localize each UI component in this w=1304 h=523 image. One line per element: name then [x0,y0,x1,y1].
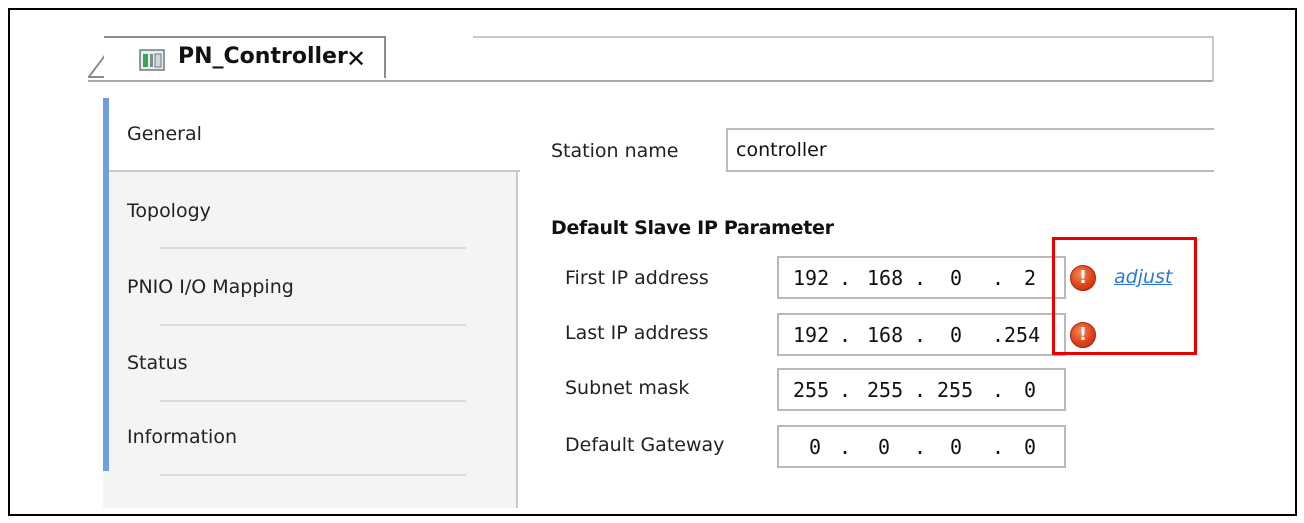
ip-dot: . [914,266,927,290]
ip-octet: 255 [793,378,830,402]
station-name-input[interactable]: controller [726,128,1214,172]
highlight-box [1052,237,1197,355]
last-ip-input[interactable]: 192 . 168 . 0 . 254 [777,313,1066,356]
close-icon[interactable]: ✕ [346,45,366,73]
nav-item-information[interactable]: Information [127,426,237,448]
nav-accent-stripe [103,98,109,471]
nav-item-topology[interactable]: Topology [127,200,211,222]
nav-item-general[interactable]: General [127,123,202,145]
ip-octet: 0 [950,435,963,459]
tab-strip-border [473,36,1214,82]
ip-dot: . [839,323,852,347]
subnet-mask-label: Subnet mask [565,377,690,399]
nav-item-status[interactable]: Status [127,352,188,374]
ip-dot: . [914,435,927,459]
ip-dot: . [839,266,852,290]
ip-dot: . [914,323,927,347]
ip-octet: 192 [793,266,830,290]
ip-octet: 0 [878,435,891,459]
ip-octet: 0 [809,435,822,459]
ip-octet: 168 [867,266,904,290]
default-gateway-input[interactable]: 0 . 0 . 0 . 0 [777,425,1066,468]
ip-octet: 0 [1024,378,1037,402]
ip-octet: 192 [793,323,830,347]
ip-dot: . [992,266,1005,290]
nav-separator [160,474,466,476]
ip-dot: . [992,435,1005,459]
ip-dot: . [992,378,1005,402]
ip-octet: 2 [1024,266,1037,290]
device-icon [139,48,165,72]
station-name-label: Station name [551,140,679,162]
ip-octet: 0 [950,323,963,347]
first-ip-input[interactable]: 192 . 168 . 0 . 2 [777,256,1066,299]
ip-octet: 255 [867,378,904,402]
subnet-mask-input[interactable]: 255 . 255 . 255 . 0 [777,368,1066,411]
ip-octet: 168 [867,323,904,347]
last-ip-label: Last IP address [565,322,709,344]
tab-title: PN_Controller [178,44,348,69]
ip-dot: . [992,323,1005,347]
ip-octet: 0 [1024,435,1037,459]
nav-separator [160,324,466,326]
ip-octet: 254 [1004,323,1041,347]
nav-separator [160,247,466,249]
ip-dot: . [914,378,927,402]
ip-dot: . [839,378,852,402]
ip-dot: . [839,435,852,459]
nav-item-pnio-io-mapping[interactable]: PNIO I/O Mapping [127,276,294,298]
ip-octet: 255 [937,378,974,402]
section-title: Default Slave IP Parameter [551,217,834,239]
first-ip-label: First IP address [565,267,709,289]
ip-octet: 0 [950,266,963,290]
nav-separator [160,400,466,402]
default-gateway-label: Default Gateway [565,434,725,456]
